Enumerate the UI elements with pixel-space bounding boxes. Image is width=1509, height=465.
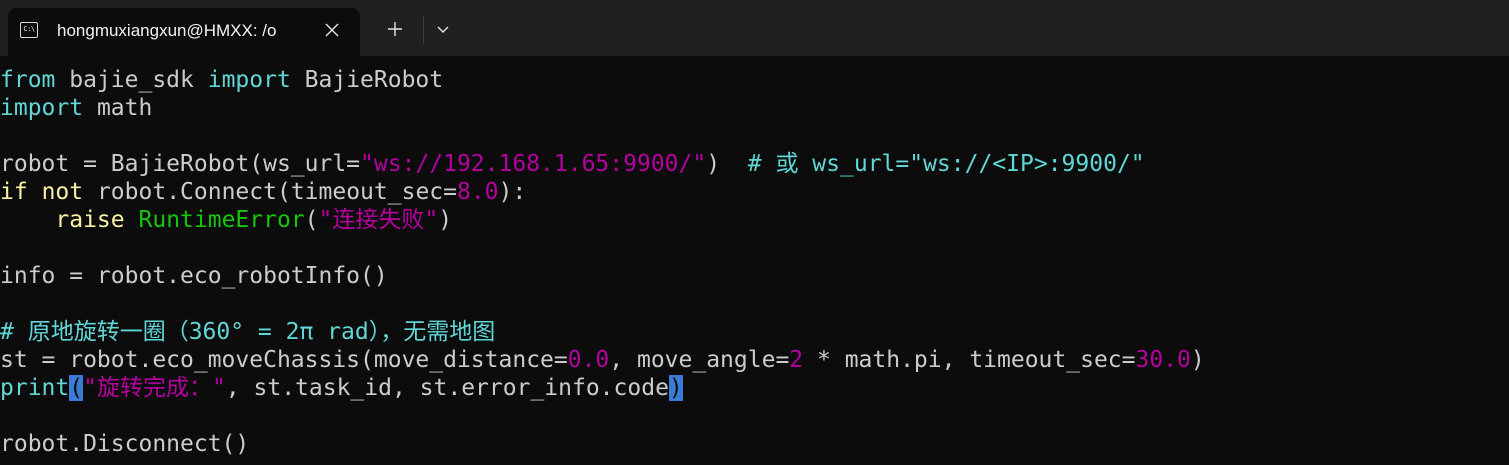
chevron-down-icon [437,26,449,33]
code-line: info = robot.eco_robotInfo() [0,262,1509,290]
code-token: # 或 ws_url="ws://<IP>:9900/" [747,151,1145,177]
code-token: import [0,95,84,121]
code-token: 30.0 [1135,347,1191,373]
tab-title: hongmuxiangxun@HMXX: /o [57,21,277,40]
code-token: robot.Connect(timeout_sec= [83,179,457,205]
code-token: * math.pi, timeout_sec= [803,347,1136,373]
plus-icon [388,22,402,36]
code-token: robot = BajieRobot(ws_url= [0,151,361,177]
code-token: print [0,375,70,401]
code-line: robot.Disconnect() [0,430,1509,458]
code-token: "ws://192.168.1.65:9900/" [360,151,707,177]
code-token: RuntimeError [138,207,305,233]
code-line: print("旋转完成：", st.task_id, st.error_info… [0,374,1509,402]
code-token: bajie_sdk [55,67,208,93]
terminal-output[interactable]: from bajie_sdk import BajieRobot import m… [0,66,1509,465]
code-token: raise [55,207,125,233]
code-line: st = robot.eco_moveChassis(move_distance… [0,346,1509,374]
code-token: not [41,179,84,205]
code-line: import math [0,94,1509,122]
code-line: raise RuntimeError("连接失败") [0,206,1509,234]
code-token: ) [706,151,748,177]
terminal-icon: C:\ [20,22,38,38]
code-line: ​ [0,402,1509,430]
code-token: ) [1190,347,1205,373]
terminal-tab[interactable]: C:\ hongmuxiangxun@HMXX: /o [8,8,360,56]
code-token: 8.0 [456,179,499,205]
code-token: import [207,67,291,93]
code-token: , st.task_id, st.error_info.code [225,375,669,401]
code-token: robot.Disconnect() [0,431,250,457]
code-line: ​ [0,234,1509,262]
code-line: ​ [0,290,1509,318]
code-token: ): [498,179,527,205]
code-token: # 原地旋转一圈（360° = 2π rad），无需地图 [0,319,496,345]
code-token: st = robot.eco_moveChassis(move_distance… [0,347,568,373]
code-line: robot = BajieRobot(ws_url="ws://192.168.… [0,150,1509,178]
code-token: math [83,95,153,121]
tab-divider [423,16,424,44]
code-token: "旋转完成：" [83,375,226,401]
code-token: "连接失败" [318,207,439,233]
code-token: ) [438,207,453,233]
close-tab-button[interactable] [320,18,344,42]
code-line: # 原地旋转一圈（360° = 2π rad），无需地图 [0,318,1509,346]
code-token: , move_angle= [609,347,790,373]
profile-dropdown-button[interactable] [430,16,456,44]
code-token: 2 [789,347,804,373]
code-token: ( [304,207,319,233]
code-token: if [0,179,28,205]
code-token: ( [69,375,84,401]
code-token: 0.0 [567,347,610,373]
code-line: from bajie_sdk import BajieRobot [0,66,1509,94]
code-line: ​ [0,122,1509,150]
code-token: BajieRobot [290,67,444,93]
new-tab-button[interactable] [380,14,410,44]
code-token: ) [668,375,683,401]
code-line: if not robot.Connect(timeout_sec=8.0): [0,178,1509,206]
code-token: info = robot.eco_robotInfo() [0,263,388,289]
close-icon [325,23,339,37]
title-bar: C:\ hongmuxiangxun@HMXX: /o [0,0,1509,56]
code-token: from [0,67,56,93]
